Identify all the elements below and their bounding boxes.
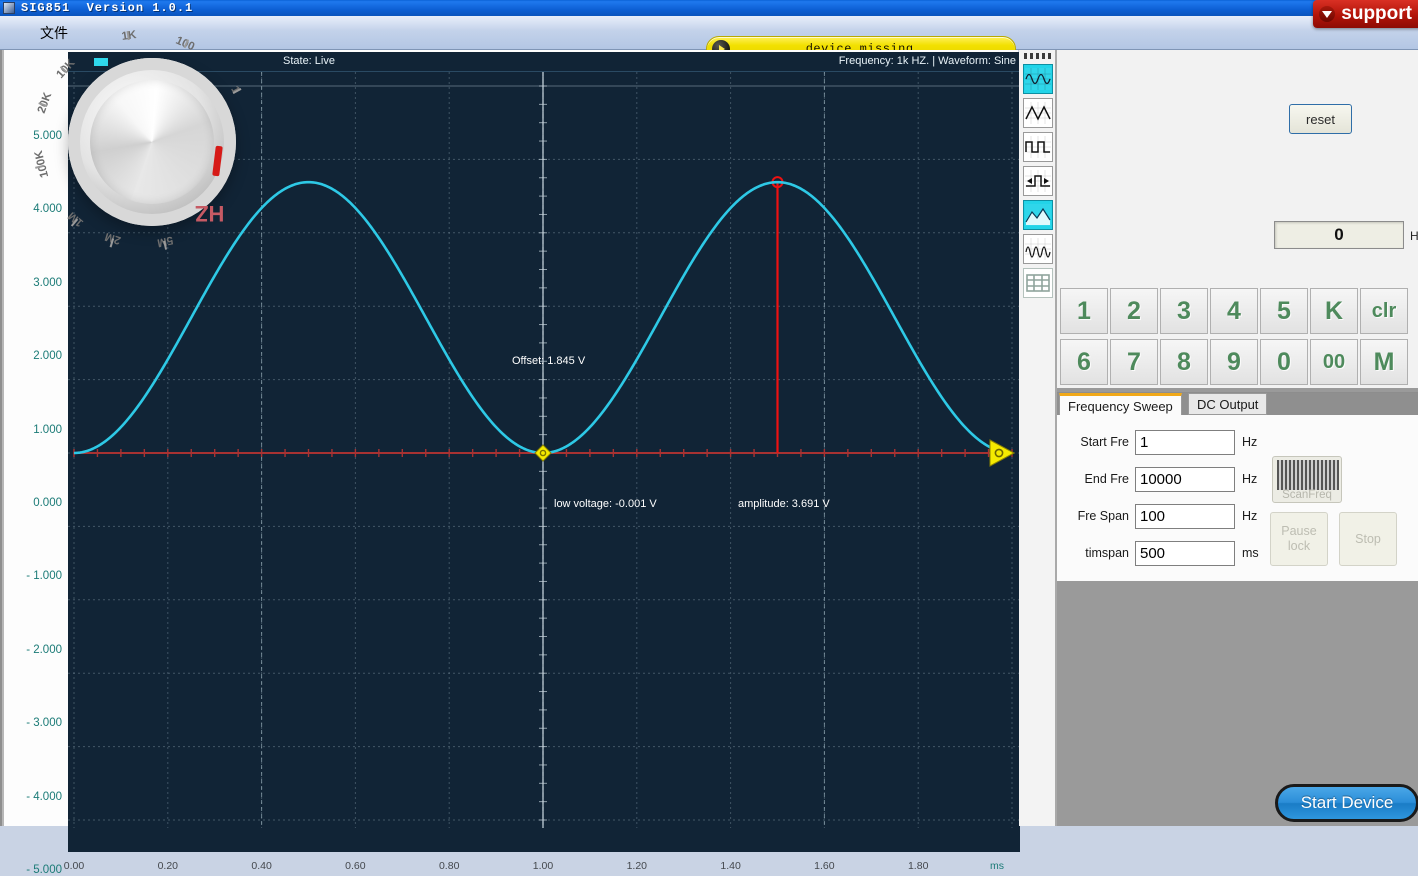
- support-label: support: [1341, 3, 1412, 24]
- sweep-field-row: timspan 500 ms: [1065, 540, 1259, 566]
- timspan-input[interactable]: 500: [1135, 540, 1235, 566]
- key-5[interactable]: 5: [1260, 288, 1308, 334]
- tab-dc-output[interactable]: DC Output: [1188, 393, 1268, 415]
- amplitude-annotation: amplitude: 3.691 V: [738, 498, 830, 510]
- key-1[interactable]: 1: [1060, 288, 1108, 334]
- x-axis-tick: 1.40: [720, 860, 741, 872]
- field-unit: Hz: [1242, 472, 1258, 486]
- scan-freq-label: ScanFreq: [1282, 489, 1332, 501]
- y-axis-tick: - 1.000: [26, 570, 62, 583]
- scan-freq-button[interactable]: ScanFreq: [1272, 456, 1342, 503]
- field-unit: ms: [1242, 546, 1259, 560]
- spectrum-icon: [1277, 460, 1339, 490]
- sweep-field-row: Start Fre 1 Hz: [1065, 429, 1257, 455]
- frequency-display[interactable]: 0: [1274, 221, 1404, 249]
- plot-state-label: State: Live: [283, 55, 335, 67]
- frequency-knob[interactable]: HZ 1K10K20K100K1M2M5M1001: [24, 22, 262, 260]
- knob-face[interactable]: HZ: [90, 80, 224, 226]
- key-3[interactable]: 3: [1160, 288, 1208, 334]
- y-axis-tick: - 2.000: [26, 643, 62, 656]
- window-title: SIG851 Version 1.0.1: [21, 1, 194, 15]
- x-axis-tick: 1.00: [532, 860, 554, 872]
- pulse-wave-icon[interactable]: [1023, 166, 1053, 196]
- arbitrary-wave-icon[interactable]: [1023, 200, 1053, 230]
- start-device-button[interactable]: Start Device: [1275, 784, 1418, 822]
- y-axis-tick: 3.000: [33, 276, 62, 289]
- x-axis-tick: 0.40: [251, 860, 272, 872]
- key-m[interactable]: M: [1360, 339, 1408, 385]
- frequency-unit-label: Hz: [1410, 229, 1418, 243]
- x-axis: ms 0.00 0.20 0.40 0.60 0.80 1.00 1.20 1.40 1.60 1…: [4, 856, 1022, 876]
- field-label: timspan: [1085, 546, 1129, 560]
- field-unit: Hz: [1242, 509, 1258, 523]
- triangle-wave-icon[interactable]: [1023, 98, 1053, 128]
- reset-button[interactable]: reset: [1289, 104, 1352, 134]
- tab-frequency-sweep[interactable]: Frequency Sweep: [1059, 393, 1182, 416]
- x-axis-unit: ms: [990, 860, 1004, 872]
- x-axis-tick: 0.00: [63, 860, 85, 872]
- toolbar-grip[interactable]: [1024, 53, 1052, 59]
- waveform-type-toolbar: [1019, 50, 1057, 826]
- key-k[interactable]: K: [1310, 288, 1358, 334]
- field-unit: Hz: [1242, 435, 1258, 449]
- y-axis-tick: - 3.000: [26, 717, 62, 730]
- start-fre-input[interactable]: 1: [1135, 429, 1235, 455]
- application-window: SIG851 Version 1.0.1 文件 device missing. …: [0, 0, 1418, 876]
- stop-button[interactable]: Stop: [1339, 512, 1397, 566]
- download-arrow-icon: [1319, 6, 1336, 22]
- y-axis-tick: - 4.000: [26, 790, 62, 803]
- x-axis-tick: 1.80: [907, 860, 929, 872]
- key-8[interactable]: 8: [1160, 339, 1208, 385]
- x-axis-tick: 0.60: [345, 860, 366, 872]
- key-0[interactable]: 0: [1260, 339, 1308, 385]
- field-label: Start Fre: [1080, 435, 1129, 449]
- table-grid-icon[interactable]: [1023, 268, 1053, 298]
- offset-annotation: Offset: 1.845 V: [512, 355, 586, 367]
- app-icon: [3, 2, 15, 14]
- knob-unit-label: HZ: [195, 201, 225, 226]
- tab-strip: Frequency Sweep DC Output: [1057, 393, 1418, 416]
- title-bar: SIG851 Version 1.0.1: [0, 0, 1418, 16]
- y-axis-tick: 0.000: [33, 497, 62, 509]
- key-4[interactable]: 4: [1210, 288, 1258, 334]
- y-axis-tick: 1.000: [33, 423, 62, 436]
- key-00[interactable]: 00: [1310, 339, 1358, 385]
- pause-lock-button[interactable]: Pause lock: [1270, 512, 1328, 566]
- end-fre-input[interactable]: 10000: [1135, 466, 1235, 492]
- multi-sine-icon[interactable]: [1023, 234, 1053, 264]
- key-clr[interactable]: clr: [1360, 288, 1408, 334]
- field-label: Fre Span: [1077, 509, 1129, 523]
- numeric-keypad: 1 2 3 4 5 Kclr 6 7 8 9 0 00 M: [1060, 288, 1418, 387]
- x-axis-tick: 1.20: [626, 860, 648, 872]
- field-label: End Fre: [1084, 472, 1129, 486]
- key-9[interactable]: 9: [1210, 339, 1258, 385]
- x-axis-tick: 0.20: [157, 860, 179, 872]
- support-badge[interactable]: support: [1313, 0, 1418, 28]
- key-6[interactable]: 6: [1060, 339, 1108, 385]
- pause-label-line1: Pause: [1281, 524, 1317, 538]
- fre-span-input[interactable]: 100: [1135, 503, 1235, 529]
- x-axis-tick: 1.60: [814, 860, 835, 872]
- sweep-field-row: End Fre 10000 Hz: [1065, 466, 1257, 492]
- square-wave-icon[interactable]: [1023, 132, 1053, 162]
- y-axis-tick: 2.000: [33, 350, 62, 363]
- plot-meta-label: Frequency: 1k HZ. | Waveform: Sine: [838, 55, 1016, 67]
- x-axis-tick: 0.80: [438, 860, 460, 872]
- pause-label-line2: lock: [1287, 539, 1311, 553]
- key-7[interactable]: 7: [1110, 339, 1158, 385]
- key-2[interactable]: 2: [1110, 288, 1158, 334]
- sine-wave-icon[interactable]: [1023, 64, 1053, 94]
- sweep-field-row: Fre Span 100 Hz: [1065, 503, 1257, 529]
- stop-label: Stop: [1355, 531, 1381, 546]
- low-voltage-annotation: low voltage: -0.001 V: [554, 498, 657, 510]
